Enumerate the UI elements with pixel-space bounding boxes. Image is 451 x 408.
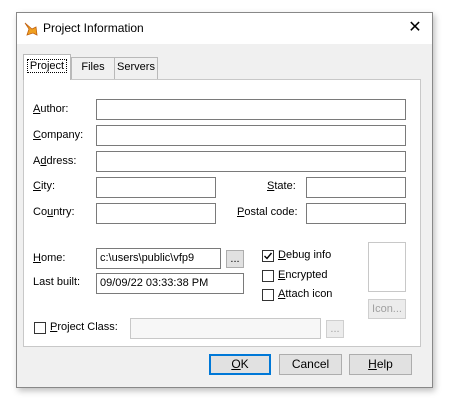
close-button[interactable]: ✕ [404,17,426,39]
project-information-dialog: Project Information ✕ Servers Files Proj… [16,12,433,388]
author-input[interactable] [96,99,406,120]
cancel-button[interactable]: Cancel [279,354,342,375]
postal-code-label: Postal code: [237,206,298,218]
company-label: Company: [33,129,84,141]
address-label: Address: [33,155,77,167]
project-class-checkbox[interactable] [34,322,46,334]
ok-button[interactable]: OK [209,354,271,375]
country-label: Country: [33,206,75,218]
attach-icon-checkbox[interactable] [262,289,274,301]
tab-files[interactable]: Files [71,57,115,80]
tab-project-label: Project [26,59,68,73]
tab-servers[interactable]: Servers [114,57,158,80]
author-label: Author: [33,103,69,115]
home-label: Home: [33,252,66,264]
tab-files-label: Files [81,61,105,73]
last-built-value: 09/09/22 03:33:38 PM [96,273,244,294]
title-bar: Project Information ✕ [17,13,432,44]
project-class-input[interactable] [130,318,321,339]
attach-icon-label[interactable]: Attach icon [278,288,332,300]
city-label: City: [33,180,56,192]
encrypted-label[interactable]: Encrypted [278,269,328,281]
icon-preview [368,242,406,292]
project-tab-panel: Author: Company: Address: City: State: C… [23,79,421,347]
fox-icon [24,22,38,36]
tab-servers-label: Servers [117,61,155,73]
encrypted-checkbox[interactable] [262,270,274,282]
last-built-label: Last built: [33,276,81,288]
home-input[interactable]: c:\users\public\vfp9 [96,248,221,269]
postal-code-input[interactable] [306,203,406,224]
debug-info-checkbox[interactable] [262,250,274,262]
state-input[interactable] [306,177,406,198]
state-label: State: [267,180,296,192]
help-button[interactable]: Help [349,354,412,375]
icon-button[interactable]: Icon... [368,299,406,319]
tab-project[interactable]: Project [23,54,71,80]
project-class-browse-button[interactable]: ... [326,320,344,338]
debug-info-label[interactable]: Debug info [278,249,331,261]
window-title: Project Information [43,21,144,35]
company-input[interactable] [96,125,406,146]
checkmark-icon [264,252,273,260]
address-input[interactable] [96,151,406,172]
home-browse-button[interactable]: ... [226,250,244,268]
city-input[interactable] [96,177,216,198]
project-class-label[interactable]: Project Class: [50,321,118,333]
country-input[interactable] [96,203,216,224]
